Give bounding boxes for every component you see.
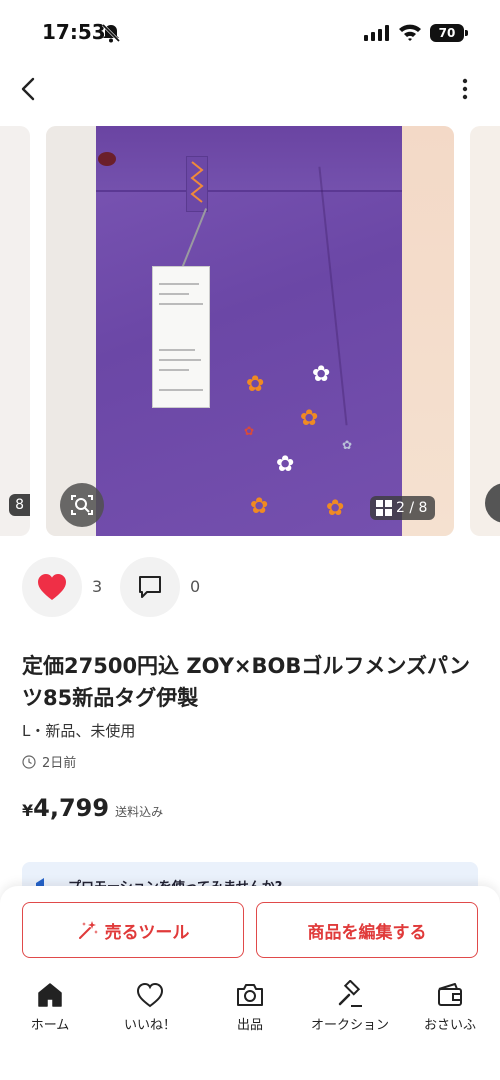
next-slide[interactable] <box>470 126 500 536</box>
shipping-label: 送料込み <box>115 805 164 819</box>
camera-icon <box>237 984 263 1006</box>
price-currency: ¥ <box>22 801 34 820</box>
wallet-icon <box>438 983 462 1006</box>
tab-label: 出品 <box>236 1018 263 1033</box>
status-bar: 17:53 70 <box>0 0 500 64</box>
back-button[interactable] <box>14 74 44 104</box>
tab-label: ホーム <box>30 1018 70 1033</box>
like-count: 3 <box>92 577 103 596</box>
product-photo[interactable]: ✿ ✿ ✿ ✿ ✿ ✿ ✿ ✿ 2 / 8 <box>46 126 454 536</box>
white-flower-icon: ✿ <box>276 452 295 477</box>
bell-muted-icon <box>101 23 121 43</box>
waistband <box>96 126 402 192</box>
heart-outline-icon <box>136 982 164 1008</box>
orange-flower-icon: ✿ <box>326 496 345 521</box>
tab-bar: ホーム いいね！ 出品 オークション おさいふ <box>0 980 500 1040</box>
purple-pants-image: ✿ ✿ ✿ ✿ ✿ ✿ ✿ ✿ <box>96 126 402 536</box>
clock-icon <box>22 754 36 769</box>
bottom-action-sheet: 売るツール 商品を編集する ホーム いいね！ 出品 オークション おさいふ <box>0 886 500 1080</box>
tab-label: いいね！ <box>123 1018 176 1033</box>
sell-tool-label: 売るツール <box>104 922 190 943</box>
product-title: 定価27500円込 ZOY×BOBゴルフメンズパンツ85新品タグ伊製 <box>22 654 470 710</box>
tab-home[interactable]: ホーム <box>0 980 100 1040</box>
product-condition: L・新品、未使用 <box>22 722 136 740</box>
comment-count: 0 <box>190 577 201 596</box>
battery-indicator: 70 <box>430 24 468 42</box>
visual-search-button[interactable] <box>60 483 104 527</box>
price-value: 4,799 <box>33 794 110 822</box>
page-indicator-text: 2 / 8 <box>396 500 428 516</box>
tab-wallet[interactable]: おさいふ <box>400 980 500 1040</box>
price-tag-image <box>152 266 210 408</box>
tab-likes[interactable]: いいね！ <box>100 980 200 1040</box>
posted-time-text: 2日前 <box>42 756 77 771</box>
orange-stitching <box>190 161 204 203</box>
status-time: 17:53 <box>42 20 106 44</box>
tab-label: おさいふ <box>423 1018 476 1033</box>
tag-string <box>178 208 208 274</box>
price: ¥4,799 <box>22 794 109 822</box>
sell-tool-button[interactable]: 売るツール <box>22 902 244 958</box>
tab-label: オークション <box>310 1018 389 1033</box>
signal-icon <box>364 25 389 41</box>
grid-icon <box>376 500 392 516</box>
tag-text-line <box>159 369 189 371</box>
image-carousel[interactable]: 8 ✿ ✿ ✿ ✿ ✿ ✿ ✿ ✿ 2 / 8 <box>0 126 500 536</box>
wifi-icon <box>399 24 421 41</box>
previous-slide[interactable]: 8 <box>0 126 30 536</box>
edit-item-label: 商品を編集する <box>307 922 427 943</box>
like-button[interactable] <box>22 557 82 617</box>
tag-text-line <box>159 389 203 391</box>
heart-filled-icon <box>38 574 66 600</box>
tag-text-line <box>159 359 201 361</box>
tag-text-line <box>159 293 189 295</box>
small-flower-icon: ✿ <box>342 438 353 452</box>
tab-sell[interactable]: 出品 <box>200 980 300 1040</box>
home-icon <box>38 983 62 1007</box>
tag-text-line <box>159 303 203 305</box>
posted-time: 2日前 <box>22 752 76 771</box>
photo-background <box>46 126 96 536</box>
orange-flower-icon: ✿ <box>250 494 269 519</box>
orange-flower-icon: ✿ <box>246 372 265 397</box>
tag-text-line <box>159 349 195 351</box>
red-flower-icon: ✿ <box>244 424 255 438</box>
pants-button <box>98 152 116 166</box>
page-indicator: 2 / 8 <box>370 496 436 520</box>
comment-button[interactable] <box>120 557 180 617</box>
white-flower-icon: ✿ <box>312 362 331 387</box>
tag-text-line <box>159 283 199 285</box>
comment-icon <box>139 576 161 598</box>
photo-background <box>402 126 454 536</box>
sparkle-wand-icon <box>78 921 98 939</box>
gavel-icon <box>338 980 362 1007</box>
orange-flower-icon: ✿ <box>300 406 319 431</box>
price-row: ¥4,799 送料込み <box>22 794 163 822</box>
tab-auction[interactable]: オークション <box>300 980 400 1040</box>
more-options-icon[interactable] <box>452 76 478 102</box>
previous-slide-count: 8 <box>9 494 30 516</box>
edit-item-button[interactable]: 商品を編集する <box>256 902 478 958</box>
